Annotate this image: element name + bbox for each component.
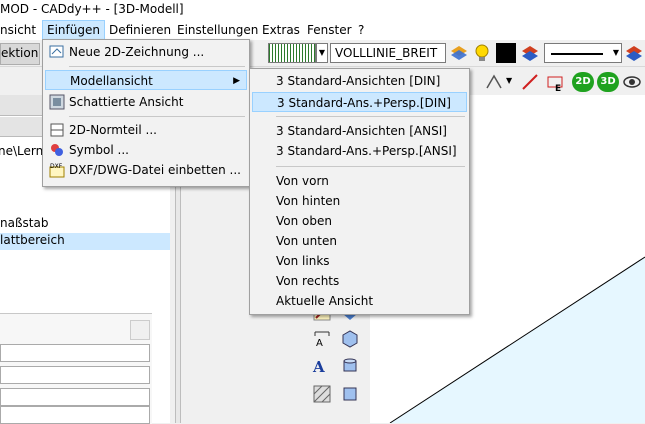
close-icon[interactable] [130,320,150,340]
menu-item-von-hinten[interactable]: Von hinten [252,191,467,211]
menu-bar: nsicht Einfügen Definieren Einstellungen… [0,20,645,40]
svg-text:A: A [316,338,323,348]
shaded-view-icon [49,94,65,110]
chevron-right-icon: ▶ [233,76,240,86]
menu-item-3-standard-ans-persp-din[interactable]: 3 Standard-Ans.+Persp.[DIN] [252,92,467,112]
hatch-pattern-selector[interactable] [268,43,316,63]
menu-separator [69,116,245,117]
menu-item-von-oben[interactable]: Von oben [252,211,467,231]
chevron-down-icon[interactable]: ▼ [316,43,328,63]
new-drawing-icon [49,44,65,60]
path-label: ne\Lern [0,144,44,158]
title-bar: MOD - CADdy++ - [3D-Modell] [0,0,645,20]
menu-separator [276,116,465,117]
tree-item-label: lattbereich [0,233,65,247]
orbit-icon[interactable] [622,72,642,92]
menu-item-schattierte-ansicht[interactable]: Schattierte Ansicht [45,92,247,112]
menu-item-3-standard-ansichten-din[interactable]: 3 Standard-Ansichten [DIN] [252,71,467,91]
standard-part-icon [49,122,65,138]
svg-text:E: E [555,84,561,92]
cylinder-icon[interactable] [340,356,360,376]
lightbulb-icon[interactable] [472,43,492,63]
color-black-swatch[interactable] [496,43,516,63]
snap-icon[interactable] [484,72,504,92]
view-3d-button[interactable]: 3D [597,72,619,92]
text-style-icon[interactable]: A [312,356,332,376]
menu-item-aktuelle-ansicht[interactable]: Aktuelle Ansicht [252,291,467,311]
svg-text:DXF: DXF [50,163,63,170]
box-icon[interactable] [340,328,360,348]
layer-stack-icon[interactable] [624,43,644,63]
menu-item-von-vorn[interactable]: Von vorn [252,171,467,191]
dimension-icon[interactable]: A [312,328,332,349]
menu-extras[interactable]: Extras [258,22,304,38]
menu-definieren[interactable]: Definieren [105,22,175,38]
menu-item-dxf-einbetten[interactable]: DXF DXF/DWG-Datei einbetten ... [45,160,247,180]
chevron-down-icon[interactable]: ▼ [506,76,512,85]
modellansicht-submenu: 3 Standard-Ansichten [DIN] 3 Standard-An… [249,68,470,315]
property-field[interactable] [0,406,150,424]
menu-item-von-unten[interactable]: Von unten [252,231,467,251]
tree-item-massstab[interactable]: naßstab [0,216,48,230]
line-tool-icon[interactable] [520,72,540,92]
window-title: MOD - CADdy++ - [3D-Modell] [0,2,184,16]
menu-item-neue-2d-zeichnung[interactable]: Neue 2D-Zeichnung ... [45,42,247,62]
vertical-toolbar: A A [306,300,366,423]
menu-item-von-links[interactable]: Von links [252,251,467,271]
menu-separator [276,166,465,167]
menu-item-von-rechts[interactable]: Von rechts [252,271,467,291]
property-field[interactable] [0,344,150,362]
menu-item-2d-normteil[interactable]: 2D-Normteil ... [45,120,247,140]
dxf-icon: DXF [49,162,65,178]
properties-box [0,313,152,424]
menu-ansicht[interactable]: nsicht [0,22,40,38]
hatch-icon[interactable] [312,384,332,404]
property-field[interactable] [0,388,150,406]
symbol-icon [49,142,65,158]
menu-help[interactable]: ? [354,22,368,38]
view-2d-button[interactable]: 2D [572,72,594,92]
menu-einstellungen[interactable]: Einstellungen [173,22,262,38]
menu-item-3-standard-ansichten-ansi[interactable]: 3 Standard-Ansichten [ANSI] [252,121,467,141]
linetype-combo[interactable]: VOLLLINIE_BREIT [330,43,446,63]
menu-item-3-standard-ans-persp-ansi[interactable]: 3 Standard-Ans.+Persp.[ANSI] [252,141,467,161]
menu-einfuegen[interactable]: Einfügen [42,20,105,40]
edit-e-icon[interactable]: E [545,72,565,94]
tree-item-blattbereich[interactable]: lattbereich [0,233,170,250]
section-label: ektion [1,46,39,60]
section-button[interactable]: ektion [0,43,40,65]
einfuegen-menu: Neue 2D-Zeichnung ... Modellansicht ▶ Sc… [42,39,250,187]
chevron-down-icon: ▼ [612,48,619,57]
menu-fenster[interactable]: Fenster [303,22,356,38]
line-style-combo[interactable]: ▼ [544,43,622,63]
layer-stack-icon[interactable] [449,43,469,63]
svg-text:A: A [312,358,325,376]
menu-separator [69,66,245,67]
layer-icon[interactable] [520,43,540,63]
property-field[interactable] [0,366,150,384]
menu-item-modellansicht[interactable]: Modellansicht ▶ [45,70,247,90]
menu-item-symbol[interactable]: Symbol ... [45,140,247,160]
shape-icon[interactable] [340,384,360,404]
